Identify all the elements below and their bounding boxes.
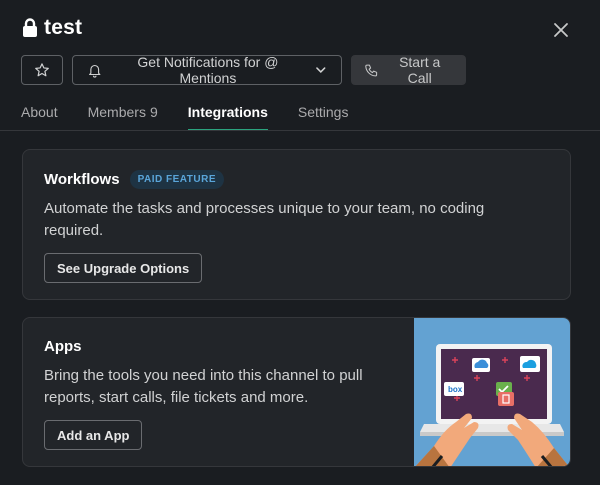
see-upgrade-options-button[interactable]: See Upgrade Options <box>44 253 203 283</box>
bell-icon <box>89 64 101 78</box>
start-call-label: Start a Call <box>399 54 441 86</box>
start-call-button[interactable]: Start a Call <box>351 54 466 86</box>
laptop-hands-illustration: box <box>415 344 569 466</box>
channel-title: test <box>44 16 83 39</box>
apps-title: Apps <box>44 338 82 355</box>
box-logo: box <box>448 385 463 394</box>
channel-header: test Get Notifications for @ Mentions St… <box>0 0 600 132</box>
tab-members-label: Members <box>87 104 146 120</box>
tab-about-label: About <box>21 104 58 120</box>
channel-actions: Get Notifications for @ Mentions Start a… <box>21 54 466 86</box>
phone-icon <box>365 64 378 76</box>
apps-card: Apps Bring the tools you need into this … <box>22 317 571 467</box>
apps-illustration: box <box>414 318 570 466</box>
integrations-panel: Workflows PAID FEATURE Automate the task… <box>0 131 600 485</box>
members-count: 9 <box>149 104 158 120</box>
star-button[interactable] <box>21 55 63 85</box>
apps-description: Bring the tools you need into this chann… <box>44 367 363 406</box>
workflows-description: Automate the tasks and processes unique … <box>44 200 485 239</box>
notifications-label: Get Notifications for @ Mentions <box>137 54 279 86</box>
workflows-title: Workflows <box>44 171 120 188</box>
tab-settings-label: Settings <box>297 104 349 120</box>
tab-about[interactable]: About <box>21 104 58 131</box>
chevron-down-icon <box>316 67 326 74</box>
star-icon <box>35 63 49 77</box>
channel-tabs: About Members 9 Integrations Settings <box>21 104 348 131</box>
close-icon[interactable] <box>552 21 570 39</box>
tab-members[interactable]: Members 9 <box>88 104 158 131</box>
tab-integrations[interactable]: Integrations <box>187 104 269 131</box>
title-row: test <box>22 16 82 40</box>
tab-settings[interactable]: Settings <box>298 104 349 131</box>
tab-integrations-label: Integrations <box>187 104 268 120</box>
apps-title-row: Apps <box>44 338 82 355</box>
notifications-button[interactable]: Get Notifications for @ Mentions <box>72 54 342 86</box>
paid-feature-badge: PAID FEATURE <box>129 170 224 189</box>
workflows-title-row: Workflows PAID FEATURE <box>44 170 224 189</box>
workflows-card: Workflows PAID FEATURE Automate the task… <box>22 149 571 300</box>
lock-icon <box>23 18 37 37</box>
add-an-app-button[interactable]: Add an App <box>44 420 143 450</box>
